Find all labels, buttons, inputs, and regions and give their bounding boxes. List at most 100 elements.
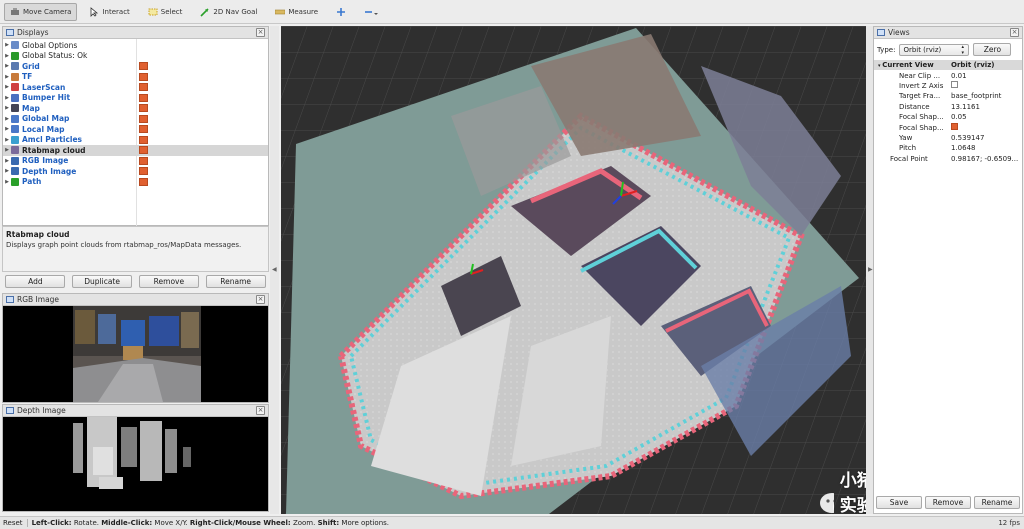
left-splitter[interactable]: ◀ <box>270 26 279 514</box>
view-property-row[interactable]: Distance 13.1161 <box>874 102 1022 112</box>
view-property-row[interactable]: Invert Z Axis <box>874 81 1022 91</box>
expand-arrow-icon[interactable]: ▶ <box>3 84 11 90</box>
property-value <box>949 123 1022 132</box>
enabled-checkbox[interactable] <box>139 83 148 92</box>
enabled-checkbox[interactable] <box>139 114 148 123</box>
display-item-global-status-ok[interactable]: ▶ Global Status: Ok <box>3 51 268 62</box>
view-property-row[interactable]: Focal Shap... <box>874 122 1022 132</box>
expand-arrow-icon[interactable]: ▶ <box>3 126 11 132</box>
expand-arrow-icon[interactable]: ▶ <box>3 105 11 111</box>
fps-counter: 12 fps <box>998 519 1020 527</box>
add-tool-button[interactable] <box>330 3 352 21</box>
display-item-grid[interactable]: ▶ Grid <box>3 61 268 72</box>
current-view-key: Current View <box>882 61 934 70</box>
view-property-row[interactable]: Near Clip ... 0.01 <box>874 70 1022 80</box>
views-panel-header: Views × <box>874 27 1022 39</box>
display-item-amcl-particles[interactable]: ▶ Amcl Particles <box>3 135 268 146</box>
expand-arrow-icon[interactable]: ▶ <box>3 74 11 80</box>
image-icon <box>6 407 14 414</box>
display-item-tf[interactable]: ▶ TF <box>3 72 268 83</box>
view-property-row[interactable]: Focal Point 0.98167; -0.6509... <box>874 154 1022 164</box>
enabled-checkbox[interactable] <box>139 104 148 113</box>
property-value: base_footprint <box>951 92 1002 101</box>
expand-arrow-icon[interactable]: ▶ <box>3 95 11 101</box>
reset-button[interactable]: Reset <box>3 519 28 527</box>
add-icon <box>336 7 346 17</box>
expand-arrow-icon[interactable]: ▶ <box>3 63 11 69</box>
display-item-label: TF <box>22 72 33 82</box>
view-property-row[interactable]: Yaw 0.539147 <box>874 133 1022 143</box>
displays-icon <box>6 29 14 36</box>
enabled-checkbox[interactable] <box>139 135 148 144</box>
display-item-global-map[interactable]: ▶ Global Map <box>3 114 268 125</box>
view-property-row[interactable]: Focal Shap... 0.05 <box>874 112 1022 122</box>
move-camera-tool[interactable]: Move Camera <box>4 2 78 21</box>
add-button[interactable]: Add <box>5 275 66 288</box>
hint-text: Rotate. <box>71 519 102 527</box>
nav-goal-tool[interactable]: 2D Nav Goal <box>194 3 263 21</box>
close-icon[interactable]: × <box>256 295 265 304</box>
remove-tool-button[interactable] <box>358 3 380 21</box>
duplicate-button[interactable]: Duplicate <box>72 275 133 288</box>
rename-button[interactable]: Rename <box>205 275 266 288</box>
zero-button[interactable]: Zero <box>973 43 1012 56</box>
enabled-checkbox[interactable] <box>139 93 148 102</box>
display-item-laserscan[interactable]: ▶ LaserScan <box>3 82 268 93</box>
expand-arrow-icon[interactable]: ▶ <box>3 116 11 122</box>
remove-view-button[interactable]: Remove <box>925 496 971 509</box>
enabled-checkbox[interactable] <box>139 146 148 155</box>
expand-arrow-icon[interactable]: ▶ <box>3 179 11 185</box>
save-button[interactable]: Save <box>876 496 922 509</box>
expand-arrow-icon[interactable]: ▶ <box>3 147 11 153</box>
view-property-row[interactable]: Target Fra... base_footprint <box>874 91 1022 101</box>
property-checkbox[interactable] <box>951 81 958 89</box>
displays-panel: Displays × ▶ Global Options ▶ Global Status… <box>2 26 269 227</box>
rename-view-button[interactable]: Rename <box>974 496 1020 509</box>
display-item-rtabmap-cloud[interactable]: ▶ Rtabmap cloud <box>3 145 268 156</box>
enabled-checkbox[interactable] <box>139 167 148 176</box>
property-value: 13.1161 <box>951 102 980 111</box>
display-item-depth-image[interactable]: ▶ Depth Image <box>3 166 268 177</box>
display-item-map[interactable]: ▶ Map <box>3 103 268 114</box>
property-key: Focal Point <box>890 154 928 163</box>
display-item-global-options[interactable]: ▶ Global Options <box>3 40 268 51</box>
interact-tool[interactable]: Interact <box>83 3 135 21</box>
remove-button[interactable]: Remove <box>138 275 199 288</box>
enabled-checkbox[interactable] <box>139 125 148 134</box>
close-icon[interactable]: × <box>256 28 265 37</box>
property-checkbox[interactable] <box>951 123 958 131</box>
views-panel: Views × Type: Orbit (rviz) Zero ▾ Curren… <box>873 26 1023 514</box>
display-item-rgb-image[interactable]: ▶ RGB Image <box>3 156 268 167</box>
expand-arrow-icon[interactable]: ▶ <box>3 158 11 164</box>
measure-tool[interactable]: Measure <box>269 3 324 21</box>
enabled-checkbox[interactable] <box>139 156 148 165</box>
select-tool[interactable]: Select <box>142 3 189 21</box>
close-icon[interactable]: × <box>1010 28 1019 37</box>
enabled-checkbox[interactable] <box>139 62 148 71</box>
expand-arrow-icon[interactable]: ▶ <box>3 168 11 174</box>
collapse-left-icon: ◀ <box>272 266 277 273</box>
watermark-text: 小猪实验室 <box>839 471 866 514</box>
expand-arrow-icon[interactable]: ▶ <box>3 42 11 48</box>
current-view-row[interactable]: ▾ Current View Orbit (rviz) <box>874 60 1022 71</box>
view-type-select[interactable]: Orbit (rviz) <box>899 43 970 56</box>
expand-arrow-icon[interactable]: ▶ <box>3 137 11 143</box>
view-property-row[interactable]: Pitch 1.0648 <box>874 143 1022 153</box>
display-item-local-map[interactable]: ▶ Local Map <box>3 124 268 135</box>
view-type-bar: Type: Orbit (rviz) Zero <box>874 39 1022 60</box>
property-key: Focal Shap... <box>899 123 944 132</box>
tool-label: Measure <box>288 7 319 16</box>
display-item-path[interactable]: ▶ Path <box>3 177 268 188</box>
expand-arrow-icon[interactable]: ▶ <box>3 53 11 59</box>
display-item-bumper-hit[interactable]: ▶ Bumper Hit <box>3 93 268 104</box>
enabled-checkbox[interactable] <box>139 72 148 81</box>
close-icon[interactable]: × <box>256 406 265 415</box>
display-item-label: Local Map <box>22 124 65 134</box>
displays-panel-header: Displays × <box>3 27 268 39</box>
display-item-label: RGB Image <box>22 156 69 166</box>
hint-text: Zoom. <box>290 519 318 527</box>
3d-render-view[interactable]: 小猪实验室 <box>281 26 866 514</box>
status-hint: Left-Click: Rotate. Middle-Click: Move X… <box>32 519 389 527</box>
enabled-checkbox[interactable] <box>139 177 148 186</box>
description-text: Displays graph point clouds from rtabmap… <box>6 241 242 249</box>
